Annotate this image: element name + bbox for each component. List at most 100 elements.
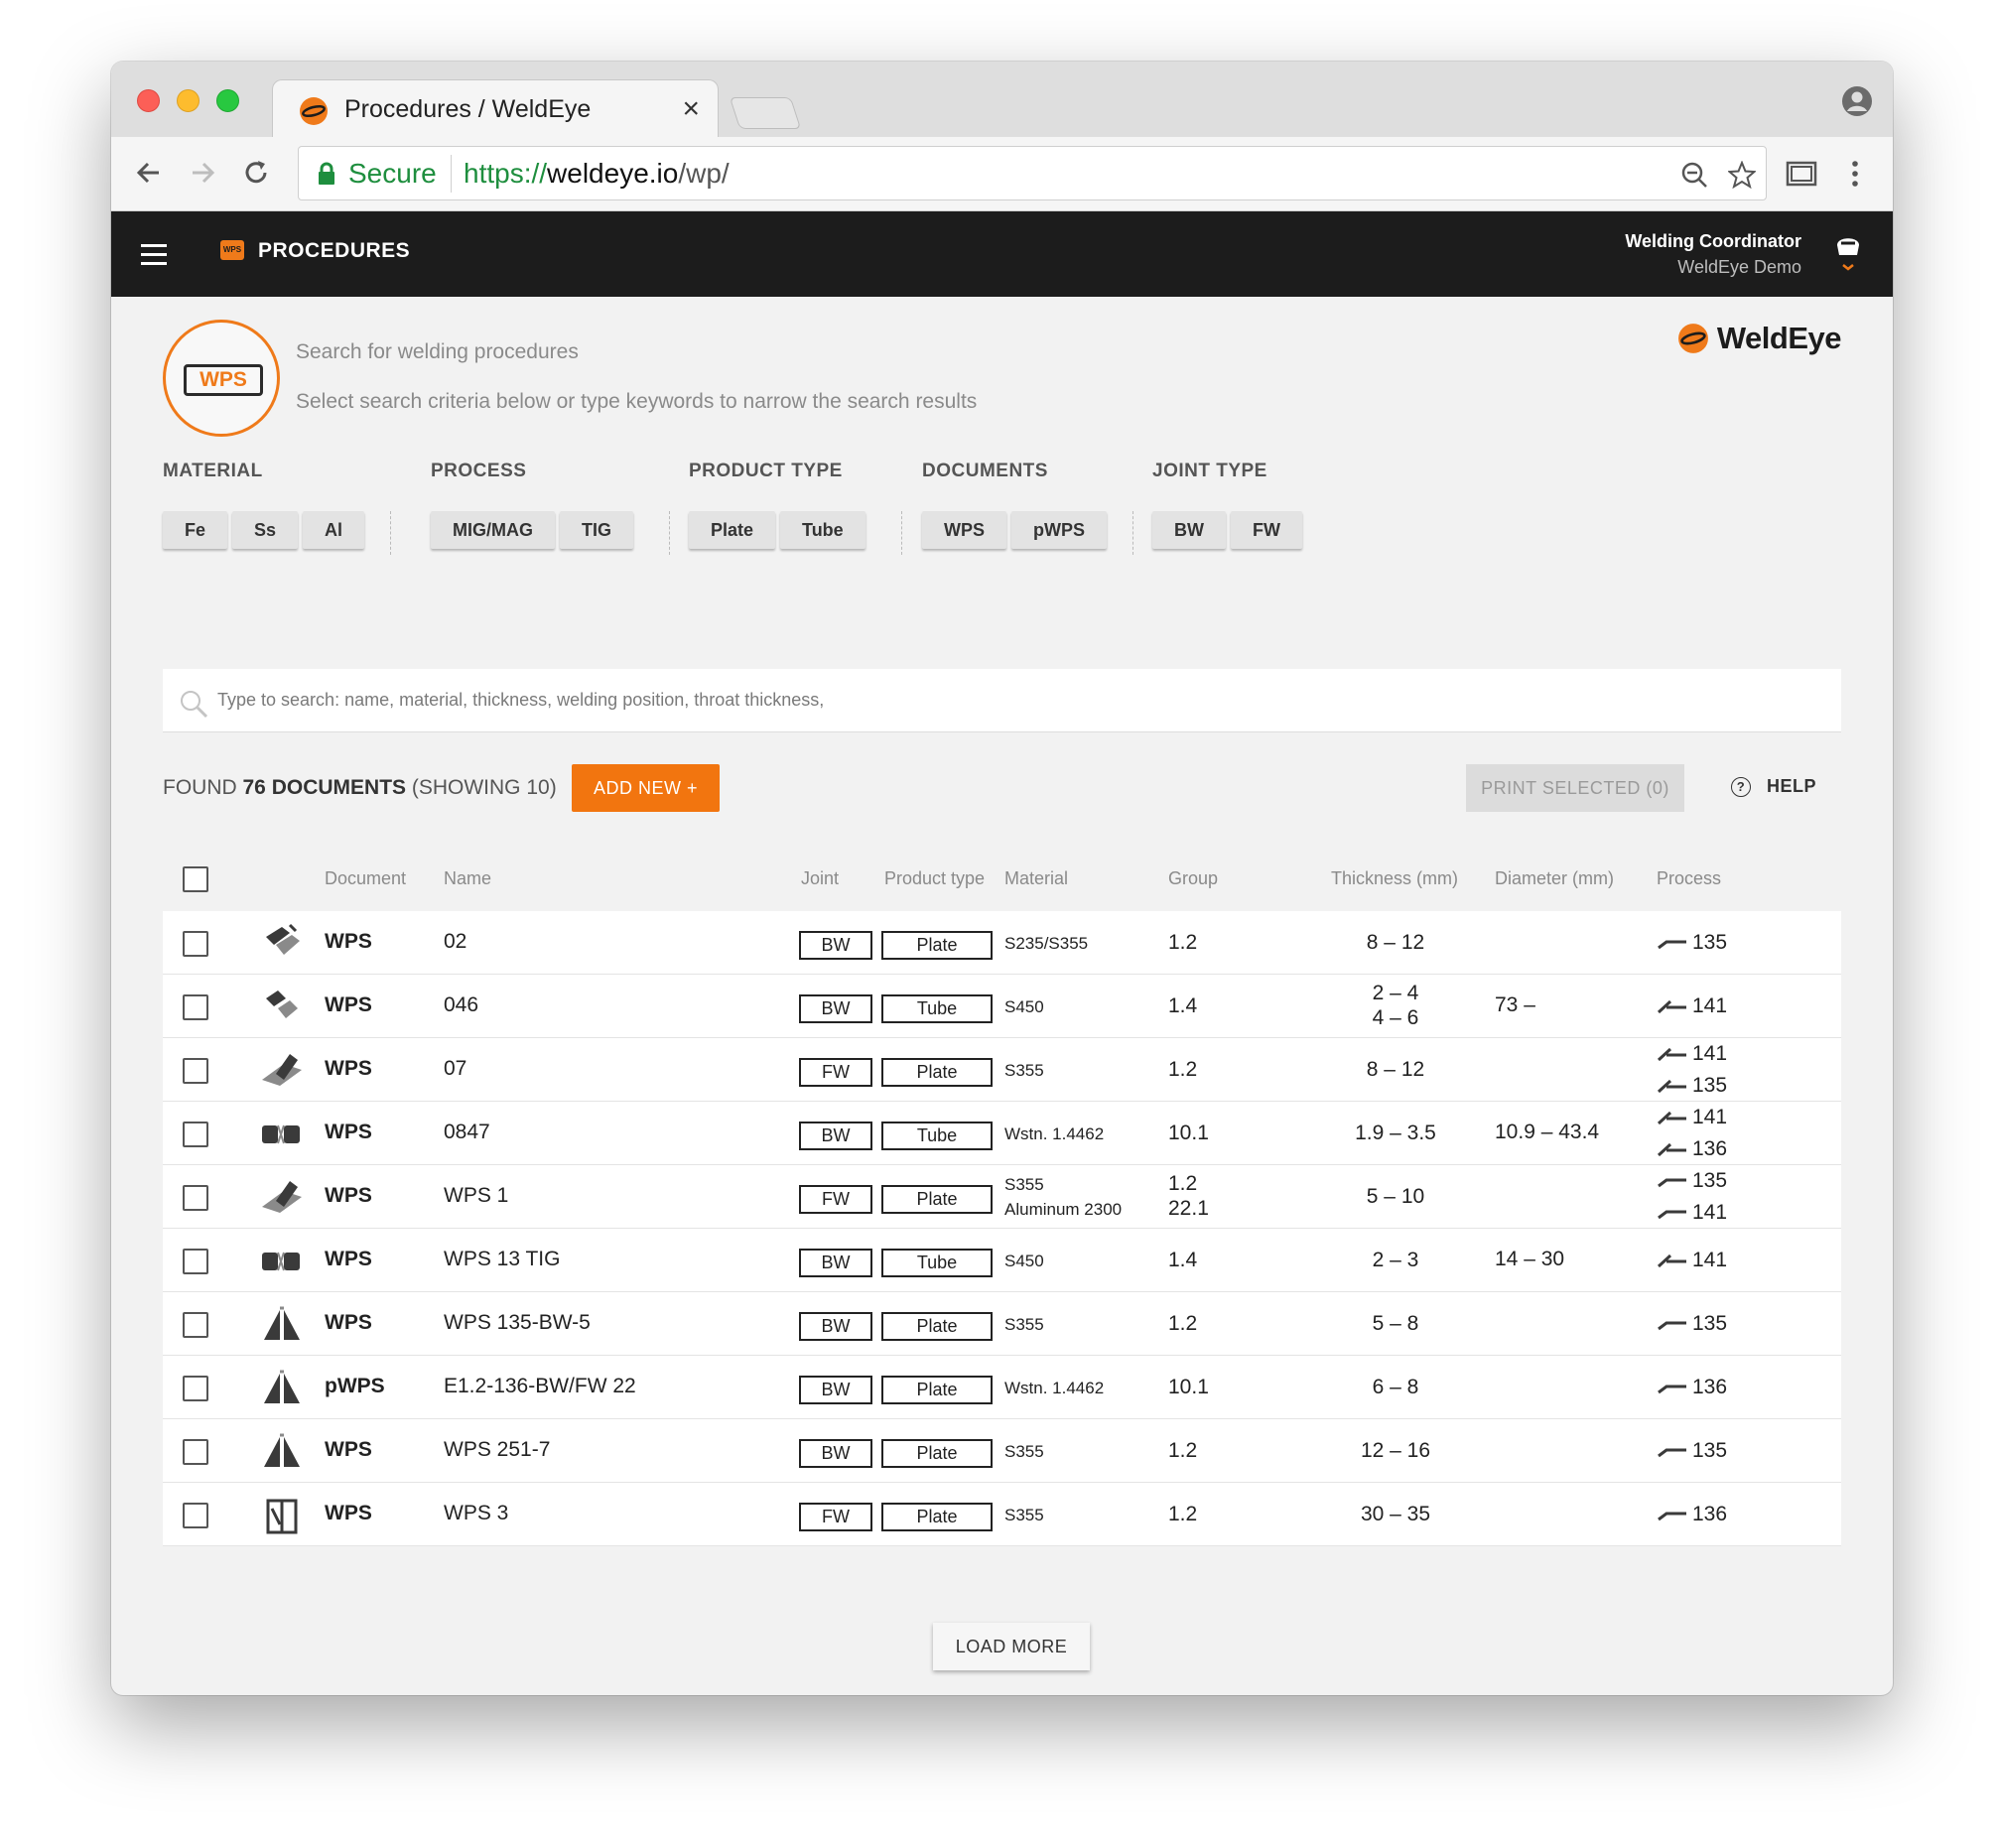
welding-helmet-icon[interactable]	[1833, 231, 1863, 275]
row-checkbox[interactable]	[183, 1439, 208, 1465]
process-entry: 135	[1657, 1165, 1727, 1197]
table-row[interactable]: WPS 07 FW Plate S355 1.2 8 – 12 141 135	[163, 1038, 1841, 1102]
filter-chip-bw[interactable]: BW	[1152, 511, 1226, 549]
menu-more-icon[interactable]	[1838, 157, 1872, 191]
table-row[interactable]: WPS WPS 135-BW-5 BW Plate S355 1.2 5 – 8…	[163, 1292, 1841, 1356]
process-code: 136	[1692, 1503, 1728, 1525]
zoom-magnifier-icon[interactable]	[1680, 161, 1708, 189]
row-checkbox[interactable]	[183, 931, 208, 957]
new-tab-button[interactable]	[729, 97, 802, 129]
user-role[interactable]: Welding Coordinator	[1625, 231, 1801, 252]
page-title: PROCEDURES	[258, 239, 411, 262]
profile-icon[interactable]	[1841, 85, 1873, 117]
document-type[interactable]: pWPS	[325, 1375, 385, 1398]
row-checkbox[interactable]	[183, 1249, 208, 1274]
tig-torch-icon	[1657, 1079, 1686, 1093]
table-row[interactable]: WPS 02 BW Plate S235/S355 1.2 8 – 12 135	[163, 911, 1841, 975]
filter-chip-fw[interactable]: FW	[1231, 511, 1302, 549]
document-type[interactable]: WPS	[325, 1121, 372, 1144]
reload-icon[interactable]	[238, 155, 274, 191]
column-header-thickness[interactable]: Thickness (mm)	[1331, 868, 1458, 889]
filter-chip-al[interactable]: Al	[303, 511, 365, 549]
row-checkbox[interactable]	[183, 1185, 208, 1211]
procedure-name[interactable]: E1.2-136-BW/FW 22	[444, 1375, 636, 1398]
document-type[interactable]: WPS	[325, 1248, 372, 1271]
table-row[interactable]: WPS 0847 BW Tube Wstn. 1.4462 10.1 1.9 –…	[163, 1102, 1841, 1165]
material-value: Wstn. 1.4462	[1004, 1379, 1105, 1397]
table-row[interactable]: WPS WPS 3 FW Plate S355 1.2 30 – 35 136	[163, 1483, 1841, 1546]
filter-chip-pwps[interactable]: pWPS	[1011, 511, 1108, 549]
group-value: 10.1	[1168, 1376, 1209, 1398]
filter-chip-mig-mag[interactable]: MIG/MAG	[431, 511, 555, 549]
select-all-checkbox[interactable]	[183, 866, 208, 892]
document-type[interactable]: WPS	[325, 1502, 372, 1525]
column-header-group[interactable]: Group	[1168, 868, 1218, 889]
forward-arrow-icon[interactable]	[185, 155, 220, 191]
row-checkbox[interactable]	[183, 1503, 208, 1528]
column-header-process[interactable]: Process	[1657, 868, 1721, 889]
browser-tab[interactable]: Procedures / WeldEye ×	[272, 79, 719, 139]
minimize-window-button[interactable]	[177, 89, 200, 112]
table-row[interactable]: WPS WPS 251-7 BW Plate S355 1.2 12 – 16 …	[163, 1419, 1841, 1483]
document-type[interactable]: WPS	[325, 993, 372, 1017]
address-bar[interactable]: Secure https://weldeye.io/wp/	[298, 146, 1767, 200]
procedure-name[interactable]: 0847	[444, 1121, 490, 1144]
document-type[interactable]: WPS	[325, 1311, 372, 1335]
filter-chip-wps[interactable]: WPS	[922, 511, 1007, 549]
procedure-name[interactable]: WPS 251-7	[444, 1438, 550, 1462]
procedure-name[interactable]: WPS 13 TIG	[444, 1248, 560, 1271]
process-entry: 135	[1657, 1435, 1727, 1467]
document-type[interactable]: WPS	[325, 1184, 372, 1208]
help-button[interactable]: ? HELP	[1731, 776, 1816, 797]
document-type[interactable]: WPS	[325, 1438, 372, 1462]
procedure-name[interactable]: WPS 135-BW-5	[444, 1311, 591, 1335]
group-cell: 1.2	[1168, 1057, 1197, 1082]
column-header-material[interactable]: Material	[1004, 868, 1068, 889]
thickness-cell: 30 – 35	[1331, 1502, 1460, 1526]
tab-close-icon[interactable]: ×	[682, 92, 700, 126]
load-more-button[interactable]: LOAD MORE	[933, 1623, 1090, 1670]
cast-screen-icon[interactable]	[1785, 157, 1818, 191]
tab-strip: Procedures / WeldEye ×	[111, 62, 1893, 139]
procedure-name[interactable]: WPS 1	[444, 1184, 508, 1208]
procedure-name[interactable]: 07	[444, 1057, 466, 1081]
print-selected-button[interactable]: PRINT SELECTED (0)	[1466, 764, 1684, 812]
plate-v-icon	[264, 1306, 300, 1340]
zoom-window-button[interactable]	[216, 89, 239, 112]
row-checkbox[interactable]	[183, 1312, 208, 1338]
back-arrow-icon[interactable]	[131, 155, 167, 191]
column-header-joint[interactable]: Joint	[801, 868, 839, 889]
user-organization[interactable]: WeldEye Demo	[1677, 257, 1801, 278]
product-tag: Plate	[881, 1439, 993, 1468]
thickness-value: 5 – 10	[1366, 1185, 1425, 1208]
search-input[interactable]	[217, 677, 1805, 723]
procedure-name[interactable]: WPS 3	[444, 1502, 508, 1525]
document-type[interactable]: WPS	[325, 930, 372, 954]
close-window-button[interactable]	[137, 89, 160, 112]
filter-chip-plate[interactable]: Plate	[689, 511, 776, 549]
table-row[interactable]: WPS WPS 1 FW Plate S355 Aluminum 2300 1.2…	[163, 1165, 1841, 1229]
add-new-button[interactable]: ADD NEW +	[572, 764, 721, 812]
hamburger-menu-icon[interactable]	[141, 244, 167, 265]
showing-count: (SHOWING 10)	[406, 776, 557, 799]
column-header-name[interactable]: Name	[444, 868, 491, 889]
filter-chip-tig[interactable]: TIG	[560, 511, 633, 549]
column-header-document[interactable]: Document	[325, 868, 406, 889]
document-type[interactable]: WPS	[325, 1057, 372, 1081]
procedure-name[interactable]: 046	[444, 993, 478, 1017]
table-row[interactable]: WPS WPS 13 TIG BW Tube S450 1.4 2 – 3 14…	[163, 1229, 1841, 1292]
table-row[interactable]: WPS 046 BW Tube S450 1.4 2 – 44 – 6 73 –…	[163, 975, 1841, 1038]
procedure-name[interactable]: 02	[444, 930, 466, 954]
filter-joint-type: JOINT TYPE BW FW	[1152, 461, 1302, 549]
column-header-product-type[interactable]: Product type	[884, 868, 985, 889]
row-checkbox[interactable]	[183, 1376, 208, 1401]
filter-chip-tube[interactable]: Tube	[780, 511, 865, 549]
row-checkbox[interactable]	[183, 994, 208, 1020]
filter-chip-ss[interactable]: Ss	[232, 511, 299, 549]
column-header-diameter[interactable]: Diameter (mm)	[1495, 868, 1614, 889]
row-checkbox[interactable]	[183, 1122, 208, 1147]
row-checkbox[interactable]	[183, 1058, 208, 1084]
bookmark-star-icon[interactable]	[1728, 161, 1756, 189]
table-row[interactable]: pWPS E1.2-136-BW/FW 22 BW Plate Wstn. 1.…	[163, 1356, 1841, 1419]
filter-chip-fe[interactable]: Fe	[163, 511, 228, 549]
